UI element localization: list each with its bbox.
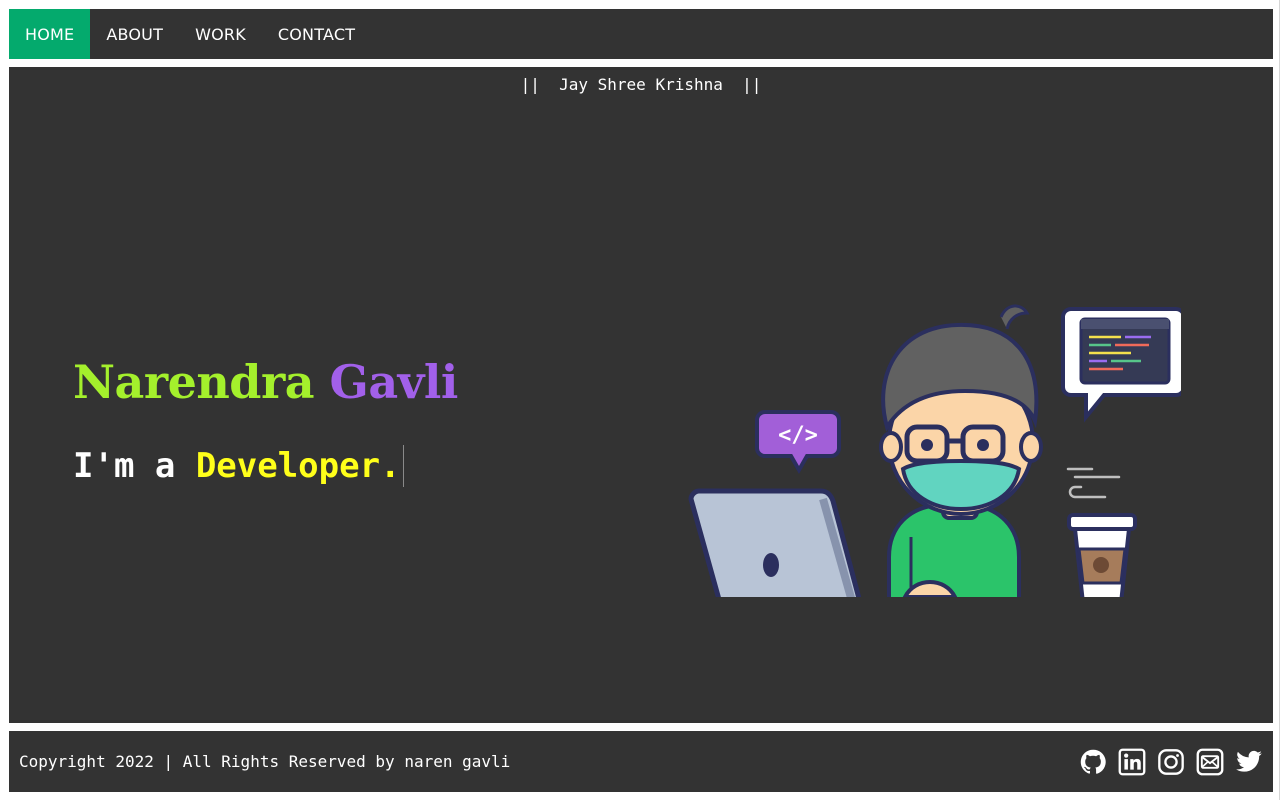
nav-item-work[interactable]: WORK bbox=[179, 9, 262, 59]
page-border bbox=[1279, 0, 1280, 800]
nav-item-home[interactable]: HOME bbox=[9, 9, 91, 59]
mail-icon[interactable] bbox=[1196, 748, 1224, 776]
role-highlight: Developer. bbox=[195, 446, 401, 486]
top-navbar: HOME ABOUT WORK CONTACT bbox=[9, 9, 1273, 59]
linkedin-icon[interactable] bbox=[1118, 748, 1146, 776]
nav-item-contact[interactable]: CONTACT bbox=[262, 9, 371, 59]
tagline: || Jay Shree Krishna || bbox=[520, 75, 762, 94]
footer: Copyright 2022 | All Rights Reserved by … bbox=[9, 731, 1273, 792]
role-prefix: I'm a bbox=[73, 446, 196, 486]
typed-role: I'm a Developer. bbox=[73, 445, 404, 487]
hero-section: || Jay Shree Krishna || Narendra Gavli I… bbox=[9, 67, 1273, 723]
developer-illustration: </> bbox=[688, 304, 1181, 597]
developer-figure bbox=[879, 304, 1043, 597]
twitter-icon[interactable] bbox=[1235, 748, 1263, 776]
code-speech-bubble-icon bbox=[1061, 307, 1181, 423]
coffee-cup-icon bbox=[1067, 513, 1137, 597]
svg-text:</>: </> bbox=[778, 423, 818, 448]
typing-caret bbox=[402, 445, 404, 487]
first-name: Narendra bbox=[73, 355, 315, 409]
social-links bbox=[1079, 748, 1263, 776]
code-tag-bubble-icon: </> bbox=[755, 410, 841, 475]
hero-name: Narendra Gavli bbox=[73, 355, 458, 409]
github-icon[interactable] bbox=[1079, 748, 1107, 776]
copyright-text: Copyright 2022 | All Rights Reserved by … bbox=[19, 752, 511, 771]
nav-item-about[interactable]: ABOUT bbox=[90, 9, 179, 59]
last-name: Gavli bbox=[329, 355, 459, 409]
instagram-icon[interactable] bbox=[1157, 748, 1185, 776]
